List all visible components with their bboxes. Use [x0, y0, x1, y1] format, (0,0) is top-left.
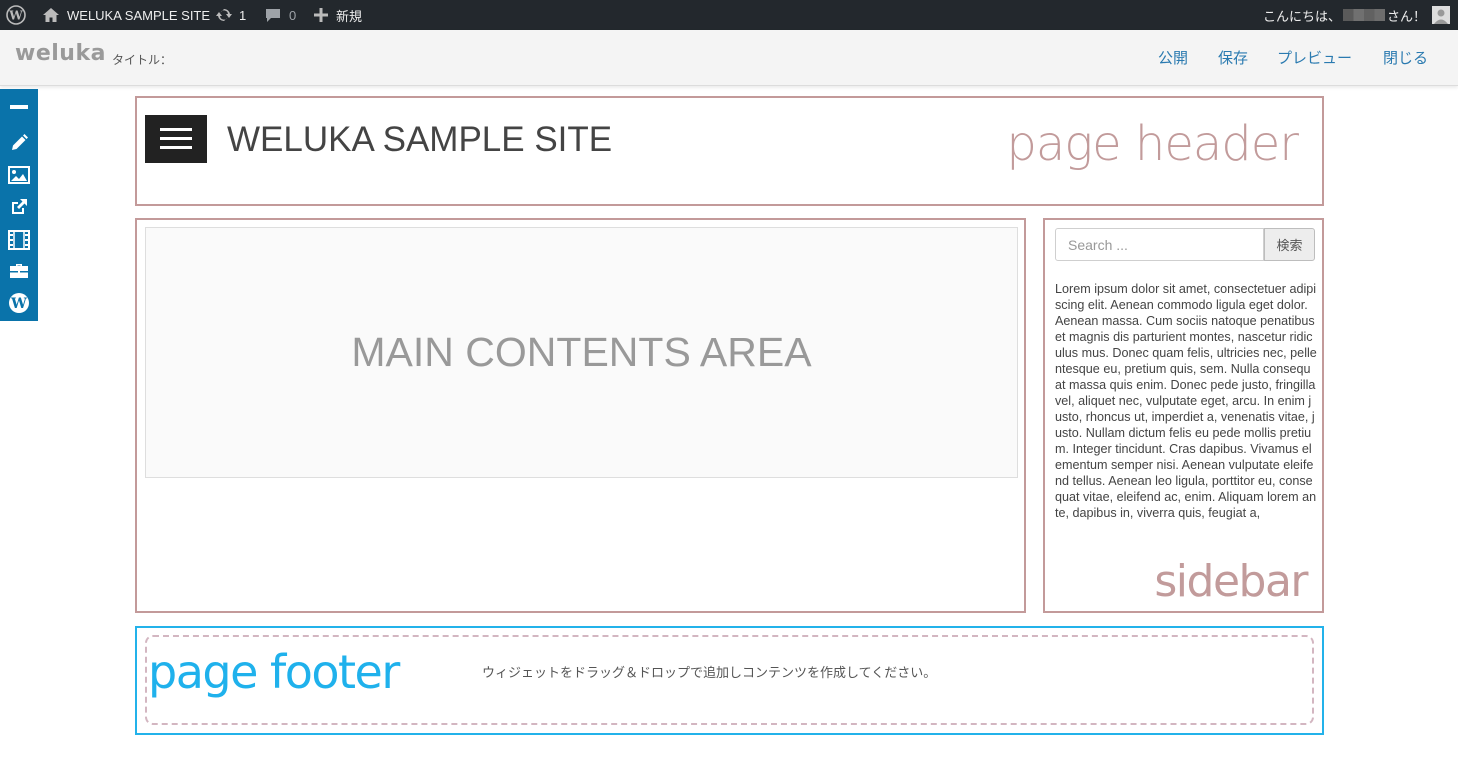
briefcase-icon[interactable] — [7, 259, 31, 283]
hamburger-menu-icon[interactable] — [145, 115, 207, 163]
greeting-suffix: さん！ — [1386, 8, 1426, 24]
my-account-menu[interactable]: こんにちは、 さん！ — [1263, 0, 1450, 30]
wordpress-icon[interactable]: W — [7, 291, 31, 315]
preview-button[interactable]: プレビュー — [1277, 47, 1352, 68]
sidebar-region[interactable]: 検索 Lorem ipsum dolor sit amet, consectet… — [1043, 218, 1324, 613]
save-button[interactable]: 保存 — [1218, 47, 1248, 68]
new-content-link[interactable]: 新規 — [314, 0, 362, 30]
avatar — [1432, 6, 1450, 24]
greeting-prefix: こんにちは、 — [1262, 8, 1341, 24]
svg-text:W: W — [10, 296, 27, 312]
publish-button[interactable]: 公開 — [1158, 47, 1188, 68]
external-link-icon[interactable] — [7, 195, 31, 219]
admin-bar: W WELUKA SAMPLE SITE 1 0 新規 こんにちは、 さん！ — [0, 0, 1458, 30]
page-title-label: タイトル： — [112, 53, 173, 67]
editor-top-bar: weluka タイトル： 公開 保存 プレビュー 閉じる — [0, 30, 1458, 86]
comments-count: 0 — [289, 7, 297, 23]
sidebar-text-widget: Lorem ipsum dolor sit amet, consectetuer… — [1055, 282, 1317, 520]
comment-icon — [265, 8, 281, 23]
pencil-icon[interactable] — [7, 131, 31, 155]
left-toolbar: W — [0, 89, 38, 321]
redacted-username — [1342, 9, 1385, 21]
site-name-link[interactable]: WELUKA SAMPLE SITE — [42, 0, 210, 30]
comments-link[interactable]: 0 — [265, 0, 296, 30]
updates-count: 1 — [239, 7, 247, 23]
plus-icon — [314, 8, 328, 22]
drop-zone-message: ウィジェットをドラッグ＆ドロップで追加しコンテンツを作成してください。 — [482, 666, 937, 681]
search-input[interactable] — [1055, 228, 1264, 261]
main-contents-label: MAIN CONTENTS AREA — [351, 329, 812, 375]
svg-text:W: W — [8, 9, 23, 23]
page-footer-region[interactable]: page footer ウィジェットをドラッグ＆ドロップで追加しコンテンツを作成… — [135, 626, 1324, 735]
close-button[interactable]: 閉じる — [1383, 47, 1428, 68]
wordpress-logo-icon: W — [6, 5, 26, 25]
main-contents-placeholder[interactable]: MAIN CONTENTS AREA — [145, 227, 1018, 478]
updates-link[interactable]: 1 — [215, 0, 246, 30]
weluka-logo: weluka — [15, 41, 106, 66]
new-label: 新規 — [336, 8, 363, 24]
film-icon[interactable] — [7, 228, 31, 252]
wordpress-menu[interactable]: W — [6, 0, 26, 30]
search-button[interactable]: 検索 — [1264, 228, 1315, 261]
site-title: WELUKA SAMPLE SITE — [227, 120, 613, 159]
page-header-label: page header — [1006, 116, 1299, 172]
page-footer-label: page footer — [148, 645, 400, 699]
updates-icon — [215, 7, 233, 23]
minus-icon[interactable] — [7, 95, 31, 119]
image-icon[interactable] — [7, 163, 31, 187]
site-name-label: WELUKA SAMPLE SITE — [67, 7, 211, 23]
home-icon — [42, 7, 60, 23]
sidebar-label: sidebar — [1154, 556, 1308, 607]
main-contents-region[interactable]: MAIN CONTENTS AREA — [135, 218, 1026, 613]
page-header-region[interactable]: WELUKA SAMPLE SITE page header — [135, 96, 1324, 206]
